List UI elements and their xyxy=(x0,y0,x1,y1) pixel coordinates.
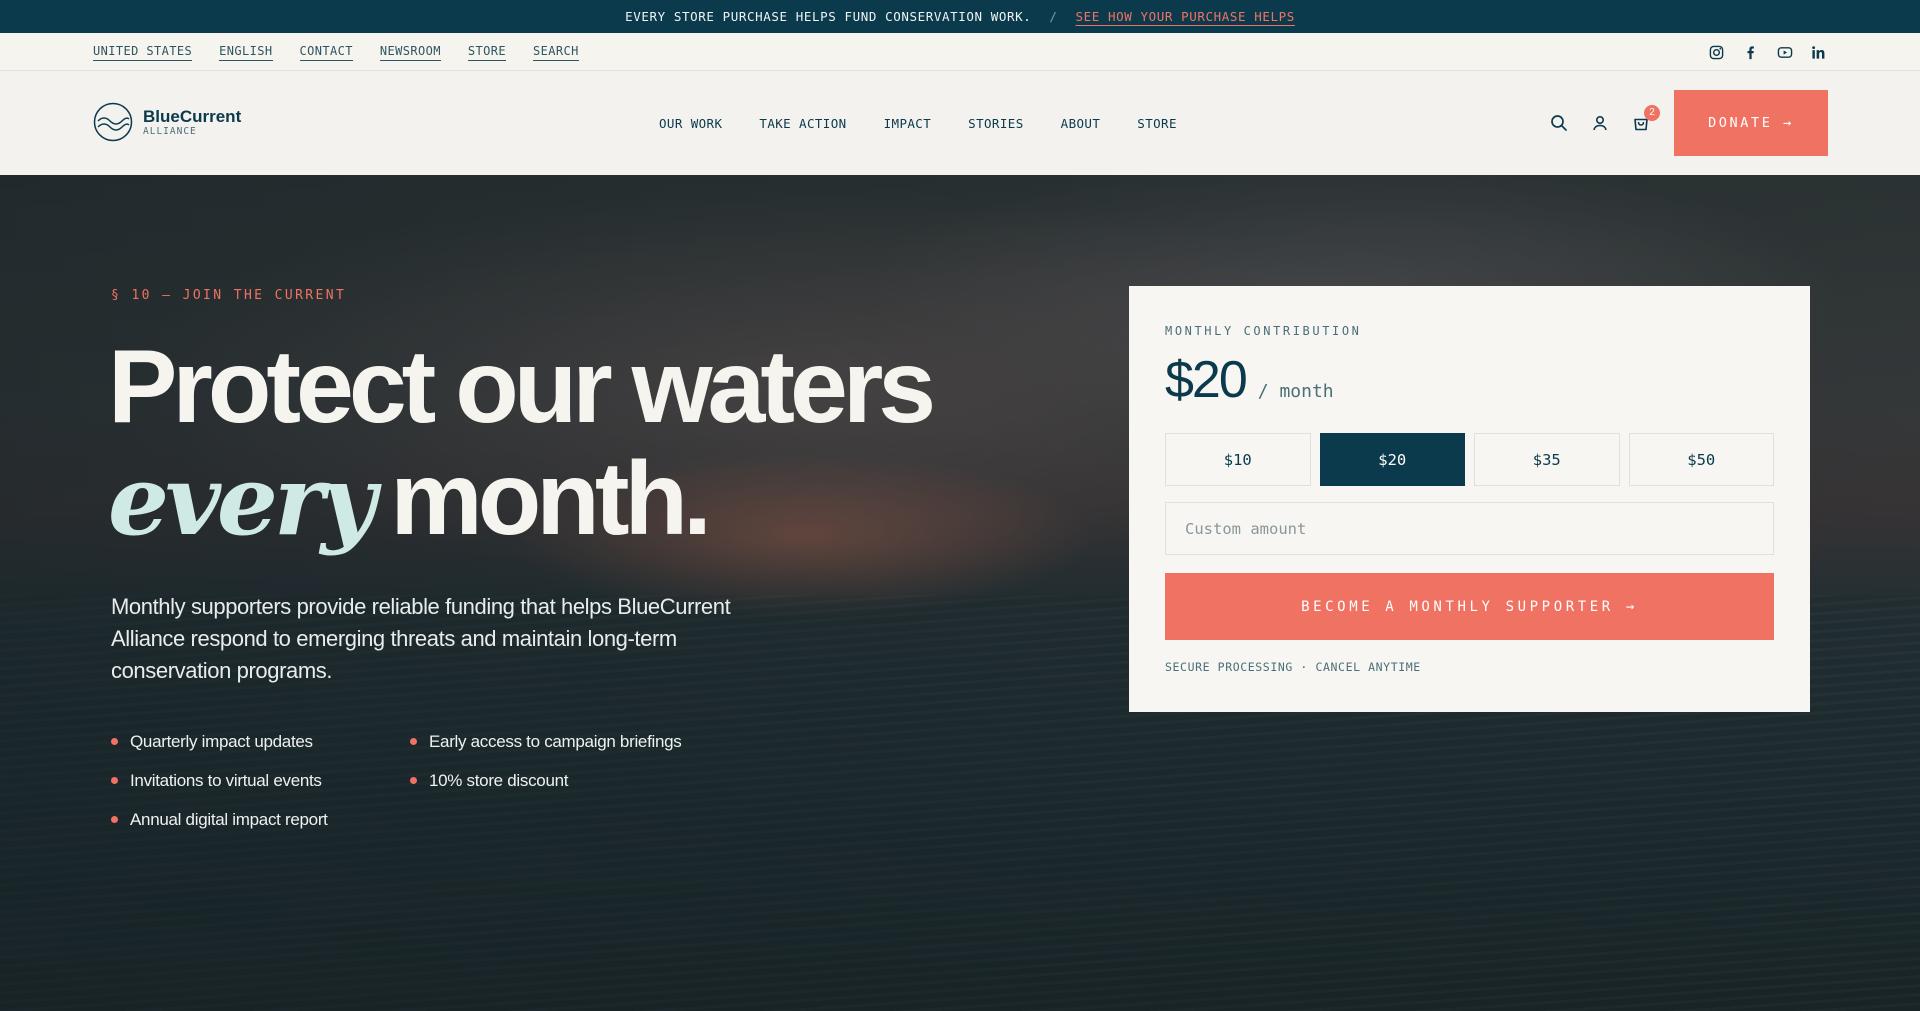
search-icon[interactable] xyxy=(1548,113,1569,134)
hero-section: § 10 — JOIN THE CURRENT Protect our wate… xyxy=(0,175,1920,1011)
utility-bar: UNITED STATES ENGLISH CONTACT NEWSROOM S… xyxy=(0,33,1920,71)
contribution-label: MONTHLY CONTRIBUTION xyxy=(1165,324,1362,338)
bullet-icon xyxy=(410,738,417,745)
utility-link-country[interactable]: UNITED STATES xyxy=(93,44,193,61)
brand-wordmark: BlueCurrent ALLIANCE xyxy=(143,106,242,137)
utility-links: UNITED STATES ENGLISH CONTACT NEWSROOM S… xyxy=(93,33,579,71)
bullet-icon xyxy=(111,777,118,784)
benefit-text: Invitations to virtual events xyxy=(130,770,322,790)
become-supporter-button[interactable]: BECOME A MONTHLY SUPPORTER → xyxy=(1165,573,1774,640)
instagram-icon[interactable] xyxy=(1708,44,1725,61)
amount-option-20[interactable]: $20 xyxy=(1319,433,1465,486)
hero-eyebrow: § 10 — JOIN THE CURRENT xyxy=(111,288,347,303)
headline-line-1: Protect our waters xyxy=(108,329,936,445)
amount-value: $20 xyxy=(1165,351,1248,409)
nav-item-stories[interactable]: STORIES xyxy=(968,116,1023,131)
linkedin-icon[interactable] xyxy=(1810,44,1827,61)
benefit-text: Annual digital impact report xyxy=(130,809,328,829)
primary-menu: OUR WORK TAKE ACTION IMPACT STORIES ABOU… xyxy=(659,71,1177,175)
nav-item-take-action[interactable]: TAKE ACTION xyxy=(759,116,846,131)
bullet-icon xyxy=(111,738,118,745)
amount-option-35[interactable]: $35 xyxy=(1474,433,1620,486)
list-item: 10% store discount xyxy=(410,770,730,791)
brand-logo[interactable]: BlueCurrent ALLIANCE xyxy=(93,102,241,142)
utility-link-search[interactable]: SEARCH xyxy=(533,44,579,61)
announcement-separator: / xyxy=(1049,9,1058,24)
benefit-text: Early access to campaign briefings xyxy=(429,731,682,751)
hero-headline: Protect our waters every month. xyxy=(108,329,936,557)
nav-item-store[interactable]: STORE xyxy=(1137,116,1177,131)
nav-item-impact[interactable]: IMPACT xyxy=(884,116,932,131)
amount-period: / month xyxy=(1257,381,1334,402)
benefit-text: Quarterly impact updates xyxy=(130,731,313,751)
social-links xyxy=(1708,33,1827,71)
secure-note: SECURE PROCESSING · CANCEL ANYTIME xyxy=(1165,660,1421,674)
benefits-list: Quarterly impact updates Early access to… xyxy=(111,731,730,830)
bullet-icon xyxy=(111,816,118,823)
utility-link-store[interactable]: STORE xyxy=(467,44,506,61)
amount-option-10[interactable]: $10 xyxy=(1165,433,1311,486)
list-item: Quarterly impact updates xyxy=(111,731,410,752)
announcement-bar: EVERY STORE PURCHASE HELPS FUND CONSERVA… xyxy=(0,0,1920,33)
brand-subtitle: ALLIANCE xyxy=(143,125,197,137)
donation-card: MONTHLY CONTRIBUTION $20 / month $10 $20… xyxy=(1129,286,1810,712)
announcement-link[interactable]: SEE HOW YOUR PURCHASE HELPS xyxy=(1076,9,1295,24)
amount-option-50[interactable]: $50 xyxy=(1628,433,1774,486)
main-navigation: BlueCurrent ALLIANCE OUR WORK TAKE ACTIO… xyxy=(0,71,1920,175)
utility-link-newsroom[interactable]: NEWSROOM xyxy=(379,44,441,61)
wave-logo-icon xyxy=(93,102,133,142)
utility-link-language[interactable]: ENGLISH xyxy=(219,44,273,61)
headline-rest: month. xyxy=(390,441,712,557)
headline-line-2: every month. xyxy=(108,443,931,557)
bullet-icon xyxy=(410,777,417,784)
list-item: Invitations to virtual events xyxy=(111,770,410,791)
announcement-text: EVERY STORE PURCHASE HELPS FUND CONSERVA… xyxy=(625,9,1032,24)
utility-link-contact[interactable]: CONTACT xyxy=(299,44,353,61)
cart-icon[interactable]: 2 xyxy=(1630,104,1660,134)
headline-emphasis: every xyxy=(108,444,376,557)
brand-name: BlueCurrent xyxy=(143,106,242,126)
hero-lead: Monthly supporters provide reliable fund… xyxy=(111,594,731,683)
donate-button[interactable]: DONATE → xyxy=(1674,90,1828,156)
benefit-text: 10% store discount xyxy=(429,770,569,790)
list-item: Annual digital impact report xyxy=(111,809,410,830)
account-icon[interactable] xyxy=(1589,113,1610,134)
nav-item-our-work[interactable]: OUR WORK xyxy=(659,116,722,131)
nav-item-about[interactable]: ABOUT xyxy=(1061,116,1101,131)
facebook-icon[interactable] xyxy=(1742,44,1759,61)
amount-options: $10 $20 $35 $50 xyxy=(1165,433,1774,486)
custom-amount-input[interactable] xyxy=(1165,502,1774,555)
list-item: Early access to campaign briefings xyxy=(410,731,730,752)
nav-actions: 2 xyxy=(1548,71,1660,175)
contribution-amount: $20 / month xyxy=(1165,350,1334,410)
youtube-icon[interactable] xyxy=(1776,44,1793,61)
cart-count-badge: 2 xyxy=(1644,104,1660,121)
